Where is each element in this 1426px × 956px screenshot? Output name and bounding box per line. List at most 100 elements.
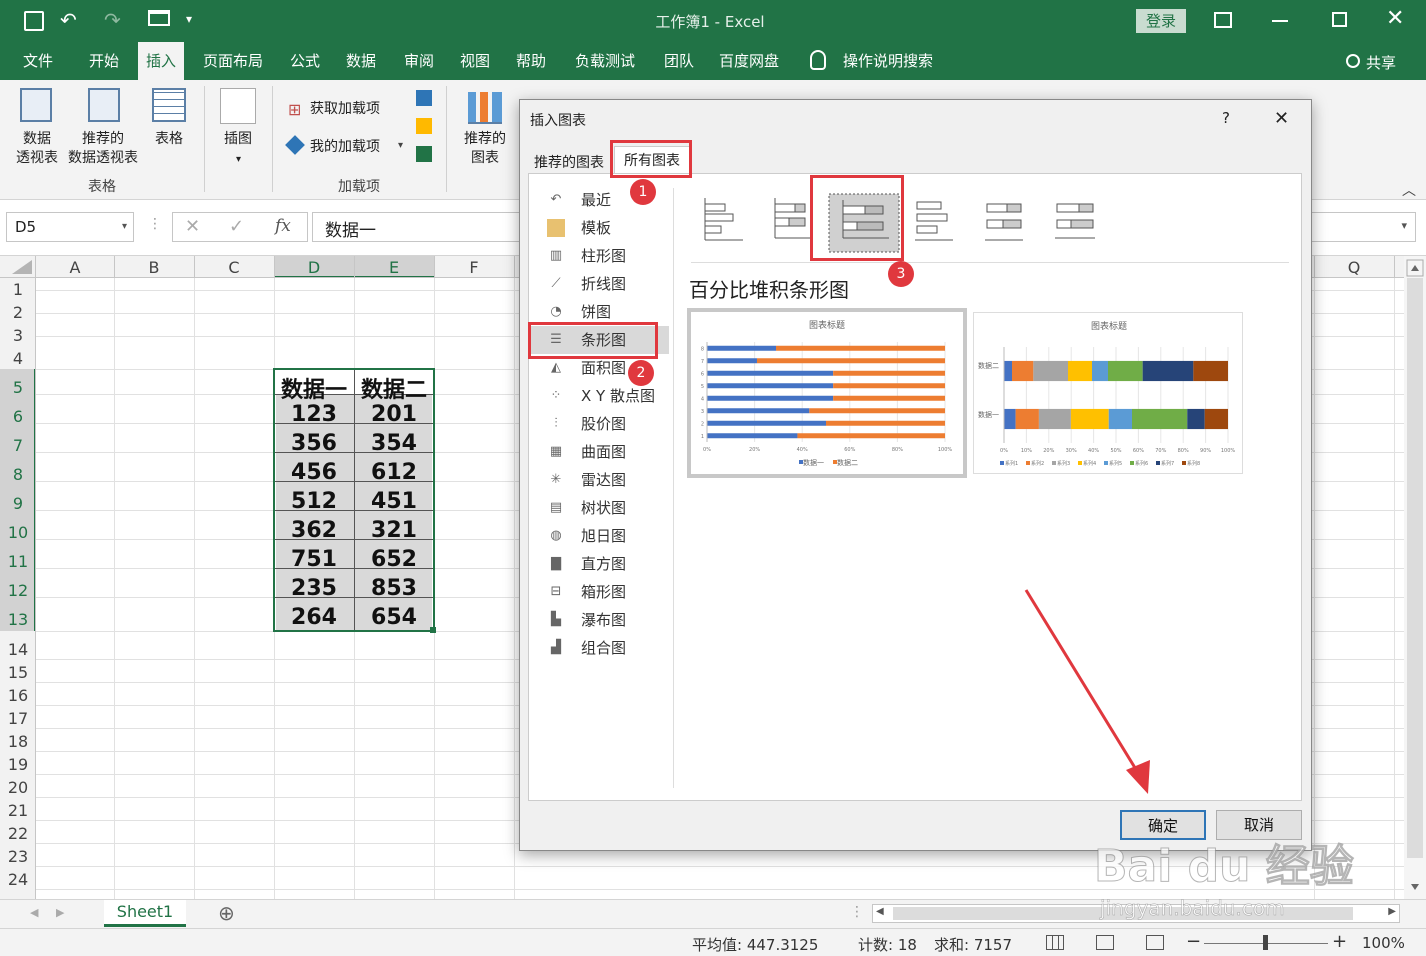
table-cell[interactable]: 612 bbox=[354, 460, 434, 485]
row-header[interactable]: 8 bbox=[0, 465, 36, 484]
table-cell[interactable]: 356 bbox=[274, 431, 354, 456]
row-header[interactable]: 5 bbox=[0, 378, 36, 397]
category-radar[interactable]: ✳ 雷达图 bbox=[529, 466, 669, 494]
cancel-formula-icon[interactable]: ✕ bbox=[185, 216, 200, 237]
row-header[interactable]: 20 bbox=[0, 778, 36, 797]
scroll-sheets-right-icon[interactable]: ▶ bbox=[56, 906, 64, 919]
normal-view-icon[interactable] bbox=[1046, 935, 1064, 950]
recommended-pivot-button[interactable]: 推荐的 数据透视表 bbox=[62, 130, 144, 168]
column-header-e[interactable]: E bbox=[354, 258, 434, 277]
row-header[interactable]: 18 bbox=[0, 732, 36, 751]
tab-baidu-netdisk[interactable]: 百度网盘 bbox=[712, 42, 786, 80]
close-dialog-button[interactable]: ✕ bbox=[1274, 108, 1289, 129]
category-stock[interactable]: ⫶ 股价图 bbox=[529, 410, 669, 438]
ribbon-display-icon[interactable] bbox=[1214, 12, 1232, 28]
row-header[interactable]: 6 bbox=[0, 407, 36, 426]
save-icon[interactable] bbox=[24, 11, 44, 31]
illustrations-button[interactable]: 插图 bbox=[214, 130, 262, 149]
table-button[interactable]: 表格 bbox=[146, 130, 192, 149]
scroll-right-icon[interactable]: ▶ bbox=[1388, 906, 1396, 917]
category-surface[interactable]: ▦ 曲面图 bbox=[529, 438, 669, 466]
page-layout-view-icon[interactable] bbox=[1096, 935, 1114, 950]
column-header-b[interactable]: B bbox=[114, 258, 194, 277]
my-addins-button[interactable]: 我的加载项 bbox=[310, 138, 380, 157]
table-cell[interactable]: 652 bbox=[354, 547, 434, 572]
tab-load-test[interactable]: 负载测试 bbox=[568, 42, 642, 80]
minimize-icon[interactable] bbox=[1272, 20, 1288, 22]
row-header[interactable]: 12 bbox=[0, 581, 36, 600]
recommended-charts-button[interactable]: 推荐的 图表 bbox=[458, 130, 512, 168]
row-header[interactable]: 14 bbox=[0, 640, 36, 659]
column-header-f[interactable]: F bbox=[434, 258, 514, 277]
row-header[interactable]: 24 bbox=[0, 870, 36, 889]
category-combo[interactable]: ▟ 组合图 bbox=[529, 634, 669, 662]
table-cell[interactable]: 123 bbox=[274, 402, 354, 427]
bar-subtype-icons[interactable] bbox=[697, 192, 1117, 254]
tab-file[interactable]: 文件 bbox=[14, 42, 62, 80]
table-cell[interactable]: 354 bbox=[354, 431, 434, 456]
tab-page-layout[interactable]: 页面布局 bbox=[196, 42, 270, 80]
tab-team[interactable]: 团队 bbox=[656, 42, 702, 80]
tab-review[interactable]: 审阅 bbox=[396, 42, 442, 80]
column-header-q[interactable]: Q bbox=[1314, 258, 1394, 277]
category-treemap[interactable]: ▤ 树状图 bbox=[529, 494, 669, 522]
tab-help[interactable]: 帮助 bbox=[508, 42, 554, 80]
row-header[interactable]: 4 bbox=[0, 349, 36, 368]
customize-qat-icon[interactable]: ▾ bbox=[186, 12, 192, 26]
row-header[interactable]: 23 bbox=[0, 847, 36, 866]
collapse-ribbon-icon[interactable]: ︿ bbox=[1402, 180, 1416, 200]
row-header[interactable]: 11 bbox=[0, 552, 36, 571]
table-cell[interactable]: 456 bbox=[274, 460, 354, 485]
table-cell[interactable]: 264 bbox=[274, 605, 354, 630]
table-cell[interactable]: 751 bbox=[274, 547, 354, 572]
row-header[interactable]: 15 bbox=[0, 663, 36, 682]
redo-icon[interactable]: ↷ bbox=[104, 8, 121, 32]
tab-formulas[interactable]: 公式 bbox=[282, 42, 328, 80]
zoom-out-icon[interactable]: − bbox=[1186, 931, 1201, 952]
table-cell[interactable]: 235 bbox=[274, 576, 354, 601]
category-box-whisker[interactable]: ⊟ 箱形图 bbox=[529, 578, 669, 606]
table-cell[interactable]: 362 bbox=[274, 518, 354, 543]
name-box[interactable]: D5 ▾ bbox=[6, 212, 134, 242]
category-column[interactable]: ▥ 柱形图 bbox=[529, 242, 669, 270]
scroll-sheets-left-icon[interactable]: ◀ bbox=[30, 906, 38, 919]
cell-e5[interactable]: 数据二 bbox=[354, 372, 434, 404]
tab-data[interactable]: 数据 bbox=[338, 42, 384, 80]
row-header[interactable]: 16 bbox=[0, 686, 36, 705]
row-header[interactable]: 13 bbox=[0, 610, 36, 629]
expand-formula-icon[interactable]: ▾ bbox=[1401, 219, 1407, 232]
category-sunburst[interactable]: ◍ 旭日图 bbox=[529, 522, 669, 550]
zoom-level[interactable]: 100% bbox=[1362, 934, 1405, 952]
pivot-table-button[interactable]: 数据 透视表 bbox=[8, 130, 66, 168]
row-header[interactable]: 21 bbox=[0, 801, 36, 820]
table-cell[interactable]: 321 bbox=[354, 518, 434, 543]
page-break-view-icon[interactable] bbox=[1146, 935, 1164, 950]
get-addins-button[interactable]: 获取加载项 bbox=[310, 100, 380, 119]
cell-d5[interactable]: 数据一 bbox=[274, 372, 354, 404]
table-cell[interactable]: 201 bbox=[354, 402, 434, 427]
zoom-in-icon[interactable]: + bbox=[1332, 931, 1347, 952]
undo-icon[interactable]: ↶ bbox=[60, 8, 77, 32]
tab-home[interactable]: 开始 bbox=[80, 42, 128, 80]
enter-formula-icon[interactable]: ✓ bbox=[229, 216, 244, 237]
tab-view[interactable]: 视图 bbox=[452, 42, 498, 80]
category-waterfall[interactable]: ▙ 瀑布图 bbox=[529, 606, 669, 634]
column-header-a[interactable]: A bbox=[36, 258, 114, 277]
row-header[interactable]: 2 bbox=[0, 303, 36, 322]
row-header[interactable]: 10 bbox=[0, 523, 36, 542]
row-header[interactable]: 17 bbox=[0, 709, 36, 728]
row-header[interactable]: 1 bbox=[0, 280, 36, 299]
category-templates[interactable]: 模板 bbox=[529, 214, 669, 242]
chart-preview-2[interactable]: 图表标题 数据二 数据一 0% 10% 20% 30% 40% 50% 60% 70% 80% 9… bbox=[973, 312, 1243, 474]
close-window-icon[interactable]: ✕ bbox=[1386, 6, 1404, 31]
zoom-slider-thumb[interactable] bbox=[1263, 935, 1268, 950]
help-button[interactable]: ? bbox=[1222, 109, 1230, 127]
chart-preview-1[interactable]: 图表标题 0% 20% 40% 60% 80% 100% 1 2 3 4 5 6 7 8 数据一 数据二 bbox=[687, 308, 967, 478]
column-header-d[interactable]: D bbox=[274, 258, 354, 277]
table-cell[interactable]: 451 bbox=[354, 489, 434, 514]
table-cell[interactable]: 654 bbox=[354, 605, 434, 630]
share-button[interactable]: 共享 bbox=[1366, 52, 1396, 73]
tab-insert[interactable]: 插入 bbox=[138, 42, 184, 80]
open-folder-icon[interactable] bbox=[148, 10, 170, 26]
row-header[interactable]: 19 bbox=[0, 755, 36, 774]
